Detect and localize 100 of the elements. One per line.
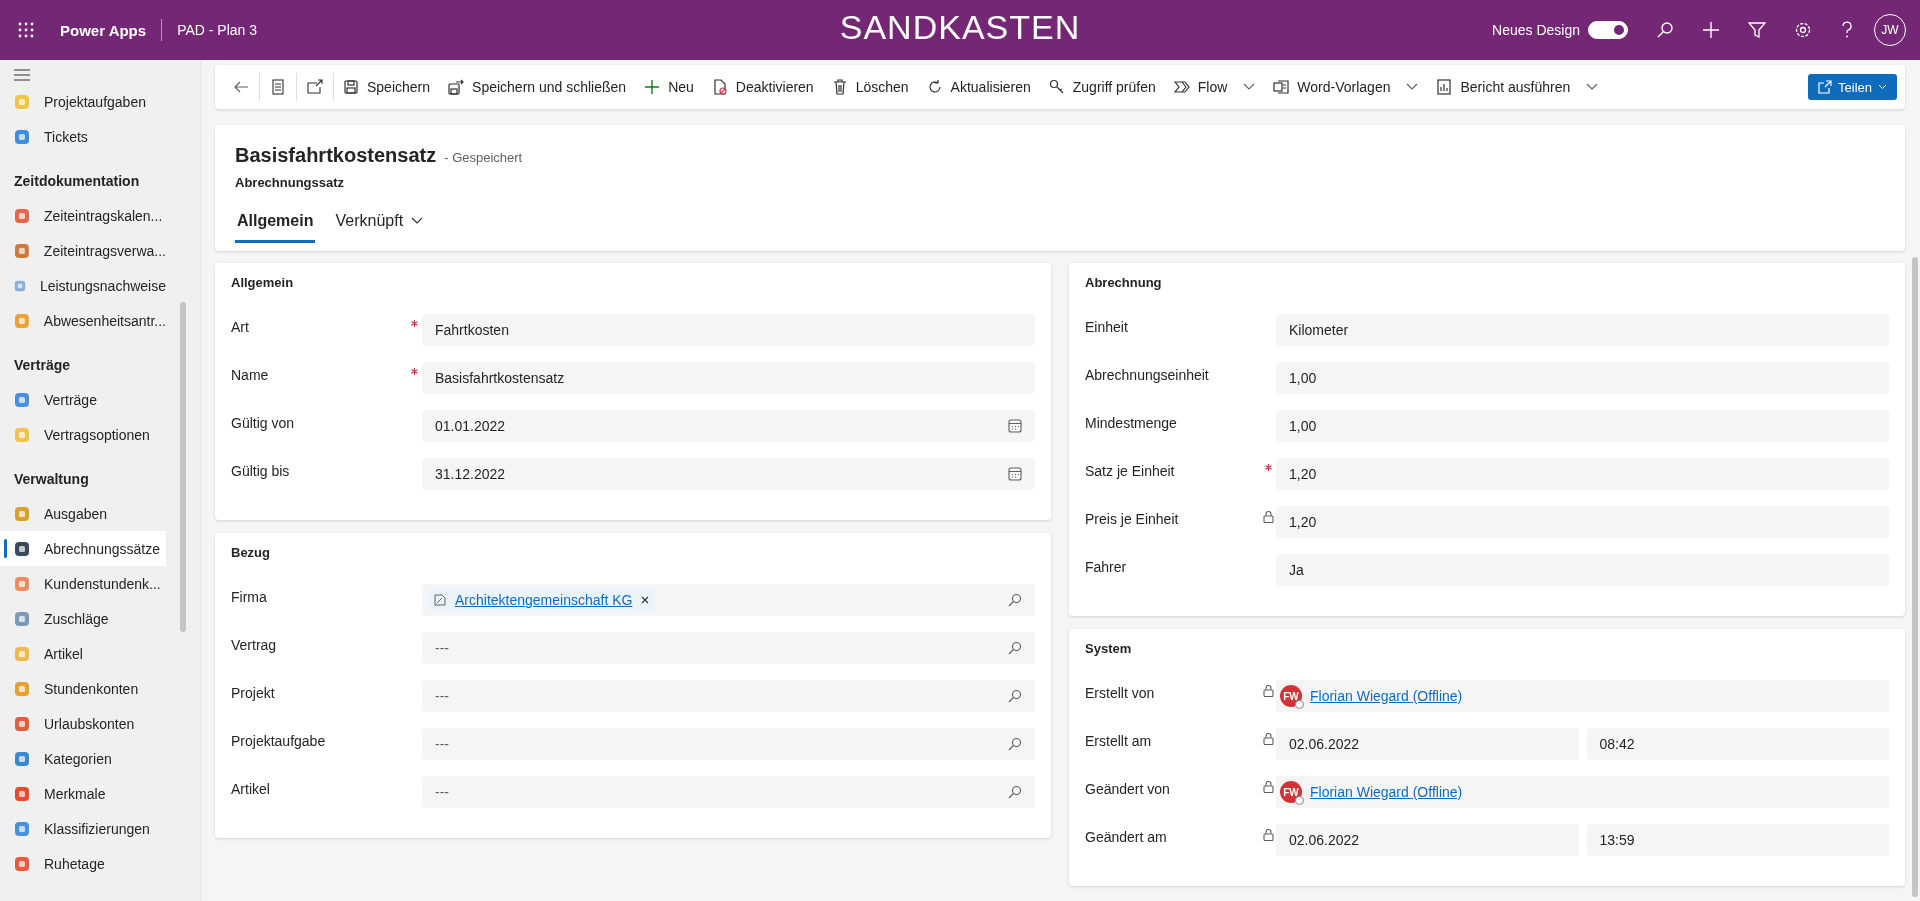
text-field[interactable]: Basisfahrtkostensatz: [422, 362, 1035, 394]
search-icon[interactable]: [1008, 593, 1022, 607]
command-button[interactable]: Aktualisieren: [917, 71, 1040, 103]
nav-item[interactable]: Projektaufgaben: [0, 84, 166, 119]
entity-icon: [14, 750, 30, 767]
remove-icon[interactable]: [641, 596, 650, 604]
command-button[interactable]: Speichern und schließen: [439, 71, 636, 103]
lookup-field[interactable]: FW Florian Wiegard (Offline): [1276, 776, 1889, 808]
nav-item[interactable]: Ausgaben: [0, 496, 166, 531]
nav-item[interactable]: Zeiteintragsverwa...: [0, 233, 166, 268]
user-link[interactable]: Florian Wiegard (Offline): [1310, 784, 1463, 800]
search-icon[interactable]: [1008, 641, 1022, 655]
nav-item[interactable]: Vertragsoptionen: [0, 417, 166, 452]
nav-item[interactable]: Klassifizierungen: [0, 811, 166, 846]
search-icon[interactable]: [1656, 21, 1674, 39]
time-field[interactable]: 08:42: [1586, 728, 1889, 760]
settings-icon[interactable]: [1794, 21, 1812, 39]
command-button[interactable]: Word-Vorlagen: [1264, 71, 1428, 103]
field-label: Fahrer: [1085, 558, 1128, 575]
search-icon[interactable]: [1008, 737, 1022, 751]
nav-item[interactable]: Merkmale: [0, 776, 166, 811]
field-label: Mindestmenge: [1085, 414, 1178, 431]
text-field[interactable]: Kilometer: [1276, 314, 1889, 346]
command-button[interactable]: Deaktivieren: [702, 71, 823, 103]
nav-item[interactable]: Verträge: [0, 382, 166, 417]
trash-icon: [831, 79, 848, 95]
text-field[interactable]: 1,20: [1276, 506, 1889, 538]
app-launcher-icon[interactable]: [18, 22, 34, 38]
entity-name: Abrechnungssatz: [235, 175, 346, 190]
field-label: Gültig bis: [231, 462, 291, 479]
scrollbar[interactable]: [1912, 257, 1918, 897]
text-field[interactable]: Ja: [1276, 554, 1889, 586]
command-button[interactable]: Zugriff prüfen: [1039, 71, 1165, 103]
tab[interactable]: Allgemein: [235, 204, 316, 243]
text-field[interactable]: Fahrtkosten: [422, 314, 1035, 346]
scrollbar[interactable]: [180, 302, 186, 632]
entity-icon: [14, 540, 30, 557]
entity-icon: [14, 855, 30, 872]
nav-item[interactable]: Artikel: [0, 636, 166, 671]
command-button[interactable]: Neu: [635, 71, 703, 103]
save-status: - Gespeichert: [444, 150, 523, 165]
search-icon[interactable]: [1008, 689, 1022, 703]
menu-icon[interactable]: [14, 69, 30, 81]
plus-icon[interactable]: [1702, 21, 1720, 39]
form-icon: [270, 79, 286, 95]
command-button[interactable]: Löschen: [822, 71, 918, 103]
field-label: Geändert von: [1085, 780, 1171, 797]
entity-icon: [14, 391, 30, 408]
nav-item[interactable]: Urlaubskonten: [0, 706, 166, 741]
nav-item[interactable]: Abrechnungssätze: [0, 531, 166, 566]
date-field[interactable]: 02.06.2022: [1276, 824, 1579, 856]
lookup-field[interactable]: FW Florian Wiegard (Offline): [1276, 680, 1889, 712]
section-title: Abrechnung: [1085, 275, 1163, 290]
design-toggle[interactable]: [1588, 21, 1628, 39]
report-icon: [1436, 79, 1453, 95]
text-field[interactable]: 1,00: [1276, 410, 1889, 442]
lookup-field[interactable]: ---: [422, 728, 1035, 760]
nav-item[interactable]: Ruhetage: [0, 846, 166, 881]
command-button[interactable]: Bericht ausführen: [1427, 71, 1608, 103]
entity-icon: [14, 242, 30, 259]
help-icon[interactable]: [1840, 21, 1854, 39]
time-field[interactable]: 13:59: [1586, 824, 1889, 856]
nav-item[interactable]: Leistungsnachweise: [0, 268, 166, 303]
nav-item[interactable]: Tickets: [0, 119, 166, 154]
nav-item[interactable]: Zuschläge: [0, 601, 166, 636]
sandbox-title: SANDKASTEN: [839, 8, 1081, 47]
chevron-down-icon: [1406, 83, 1419, 91]
text-field[interactable]: 1,00: [1276, 362, 1889, 394]
date-field[interactable]: 31.12.2022: [422, 458, 1035, 490]
lookup-field[interactable]: ---: [422, 776, 1035, 808]
command-button[interactable]: Speichern: [334, 71, 440, 103]
command-button[interactable]: Flow: [1164, 71, 1265, 103]
calendar-icon[interactable]: [1008, 419, 1022, 433]
lookup-field[interactable]: ---: [422, 632, 1035, 664]
user-avatar: FW: [1280, 685, 1302, 707]
nav-item[interactable]: Abwesenheitsantr...: [0, 303, 166, 338]
nav-item[interactable]: Stundenkonten: [0, 671, 166, 706]
nav-item[interactable]: Zeiteintragskalen...: [0, 198, 166, 233]
text-field[interactable]: 1,20: [1276, 458, 1889, 490]
field-value: ---: [435, 688, 449, 704]
nav-item[interactable]: Kategorien: [0, 741, 166, 776]
filter-icon[interactable]: [1748, 21, 1766, 39]
lookup-field[interactable]: Architektengemeinschaft KG: [422, 584, 1035, 616]
field-value: 01.01.2022: [435, 418, 506, 434]
field-label: Art: [231, 318, 250, 335]
field-label: Abrechnungseinheit: [1085, 366, 1210, 383]
search-icon[interactable]: [1008, 785, 1022, 799]
section-title: Bezug: [231, 545, 271, 560]
calendar-icon[interactable]: [1008, 467, 1022, 481]
date-field[interactable]: 01.01.2022: [422, 410, 1035, 442]
lookup-field[interactable]: ---: [422, 680, 1035, 712]
chevron-down-icon: [1243, 83, 1256, 91]
field-label: Gültig von: [231, 414, 296, 431]
nav-group-header: Verträge: [13, 356, 72, 375]
nav-item[interactable]: Kundenstundenk...: [0, 566, 166, 601]
date-field[interactable]: 02.06.2022: [1276, 728, 1579, 760]
app-name[interactable]: Power Apps: [60, 21, 147, 39]
share-button[interactable]: Teilen: [1808, 74, 1897, 100]
tab[interactable]: Verknüpft: [333, 204, 426, 243]
user-link[interactable]: Florian Wiegard (Offline): [1310, 688, 1463, 704]
